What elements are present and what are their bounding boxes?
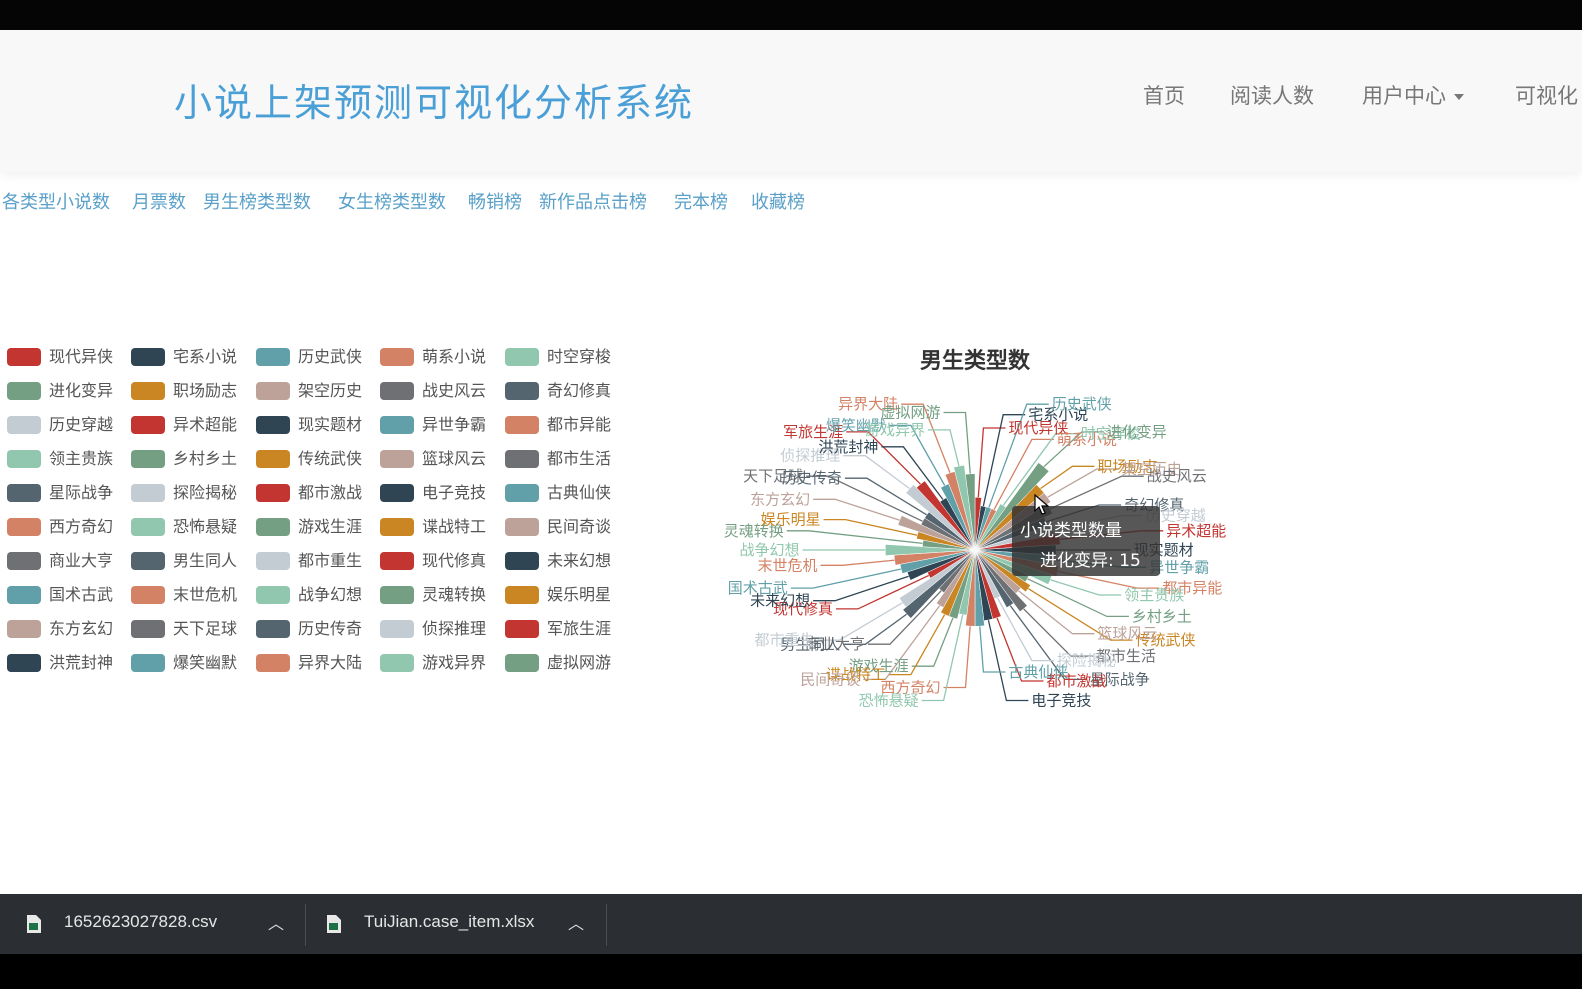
slice-label: 都市重生 (754, 631, 814, 649)
label-line (977, 427, 1006, 498)
slice-label: 游戏异界 (865, 421, 925, 439)
slice-label: 战史风云 (1147, 467, 1207, 485)
label-line (911, 617, 954, 667)
rose-chart: 现代异侠宅系小说历史武侠萌系小说时空穿梭进化变异职场励志架空历史战史风云奇幻修真… (724, 348, 1226, 710)
divider (606, 904, 607, 946)
slice-label: 篮球风云 (1097, 625, 1157, 643)
file-icon (327, 915, 341, 933)
slice-label: 进化变异 (1107, 423, 1167, 441)
label-line (1018, 590, 1095, 635)
slice-label: 历史武侠 (1052, 395, 1112, 413)
page: 小说上架预测可视化分析系统 首页 阅读人数 用户中心 可视化 各类型小说数 月票… (0, 30, 1582, 894)
tooltip-row: 进化变异: 15 (1040, 551, 1141, 571)
mouse-cursor-icon (1034, 494, 1050, 515)
slice-label: 电子竞技 (1031, 692, 1091, 710)
download-item-xlsx[interactable]: TuiJian.case_item.xlsx ︿ (306, 894, 606, 954)
label-line (820, 559, 895, 566)
slice-label: 虚拟网游 (880, 404, 940, 422)
label-line (928, 429, 960, 467)
chevron-up-icon[interactable]: ︿ (268, 910, 284, 934)
label-line (987, 619, 1029, 702)
slice-label: 民间奇谈 (800, 670, 860, 688)
slice-label: 东方玄幻 (750, 490, 810, 508)
slice-label: 异术超能 (1166, 522, 1226, 540)
slice-label: 娱乐明星 (761, 511, 821, 529)
label-line (786, 530, 923, 545)
slice-label: 古典仙侠 (1008, 663, 1068, 681)
download-filename: TuiJian.case_item.xlsx (364, 912, 535, 931)
tooltip-title: 小说类型数量 (1020, 521, 1122, 541)
chart-title: 男生类型数 (920, 348, 1031, 374)
label-line (1023, 608, 1093, 657)
slice-label: 末世危机 (757, 556, 817, 574)
bottom-black-bar (0, 954, 1582, 989)
label-line (943, 411, 971, 474)
top-black-bar (0, 0, 1582, 30)
slice-label: 领主贵族 (1124, 586, 1184, 604)
chevron-up-icon[interactable]: ︿ (568, 910, 584, 934)
slice-label: 历史传奇 (782, 469, 842, 487)
label-line (943, 626, 971, 689)
label-line (979, 626, 1006, 673)
download-item-csv[interactable]: 1652623027828.csv ︿ (0, 894, 305, 954)
slice-label: 乡村乡土 (1132, 607, 1192, 625)
slice-label: 洪荒封神 (818, 438, 878, 456)
slice-label: 国术古武 (728, 579, 788, 597)
slice-label: 恐怖悬疑 (859, 692, 919, 710)
file-icon (27, 915, 41, 933)
chart-tooltip: 小说类型数量 进化变异: 15 (1012, 506, 1160, 576)
label-line (813, 575, 910, 602)
label-line (813, 498, 900, 521)
slice-label: 战争幻想 (739, 541, 799, 559)
download-bar: 1652623027828.csv ︿ TuiJian.case_item.xl… (0, 894, 1582, 954)
download-filename: 1652623027828.csv (64, 912, 218, 931)
